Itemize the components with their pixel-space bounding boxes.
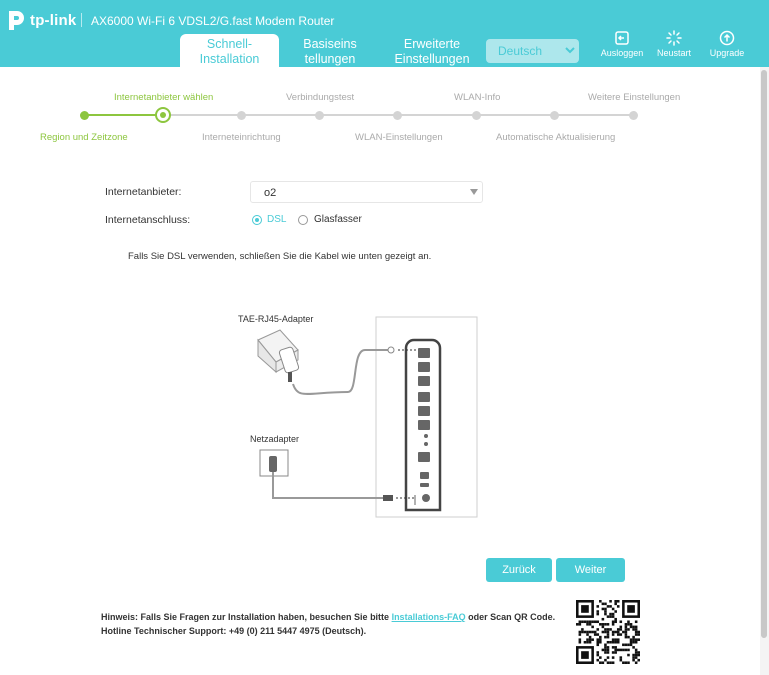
tp-link-logo: tp-link [4,8,76,32]
back-button[interactable]: Zurück [486,558,552,582]
scrollbar-thumb[interactable] [761,70,767,638]
reboot-label: Neustart [656,48,691,58]
support-hotline-text: Hotline Technischer Support: +49 (0) 211… [101,626,367,636]
radio-dsl[interactable] [252,215,262,225]
header-divider [81,13,82,27]
upgrade-button[interactable]: Upgrade [702,30,752,58]
step-dot-auto-update [550,111,559,120]
step-label-connection-test: Verbindungstest [286,92,355,103]
upgrade-icon [719,30,735,46]
step-label-internet-setup: Interneteinrichtung [202,132,281,143]
footer-hint-line: Hinweis: Falls Sie Fragen zur Installati… [101,612,555,622]
dropdown-arrow-icon [470,189,478,195]
tab-quick-setup-line2: Installation [199,52,260,66]
installation-faq-link[interactable]: Installations-FAQ [392,612,466,622]
tab-advanced-settings-line1: Erweiterte [403,37,461,51]
tab-quick-setup-line1: Schnell- [206,37,253,51]
radio-dsl-label[interactable]: DSL [267,214,286,225]
tab-advanced-settings-line2: Einstellungen [394,52,470,66]
step-dot-current [155,107,171,123]
qr-code [576,600,640,664]
tab-basic-settings[interactable]: Basiseins tellungen [288,34,372,67]
tab-basic-settings-line1: Basiseins [303,37,357,51]
step-dot-more-settings [629,111,638,120]
step-label-more-settings: Weitere Einstellungen [588,92,681,103]
provider-label: Internetanbieter: [105,186,182,198]
connection-label: Internetanschluss: [105,214,191,226]
step-dot-internet-setup [237,111,246,120]
tae-adapter-illustration [257,329,300,382]
provider-select-value: o2 [264,187,277,199]
brand-name: tp-link [30,11,77,29]
footer-hint-suffix: oder Scan QR Code. [465,612,556,622]
language-select-value: Deutsch [498,44,543,58]
tab-basic-settings-line2: tellungen [304,52,356,66]
step-label-region: Region und Zeitzone [40,132,128,143]
chevron-down-icon [565,47,575,54]
power-adapter-illustration [259,449,415,501]
logout-label: Ausloggen [600,48,644,58]
upgrade-label: Upgrade [709,48,745,58]
step-label-provider: Internetanbieter wählen [114,92,214,103]
tab-quick-setup[interactable]: Schnell- Installation [180,34,279,67]
radio-fiber[interactable] [298,215,308,225]
tp-link-logo-icon [9,11,24,30]
stepper-progress-line [84,114,163,116]
model-name: AX6000 Wi-Fi 6 VDSL2/G.fast Modem Router [91,14,335,28]
connection-diagram [257,316,478,518]
step-dot-connection-test [315,111,324,120]
step-label-auto-update: Automatische Aktualisierung [496,132,616,143]
tab-advanced-settings[interactable]: Erweiterte Einstellungen [378,34,486,67]
step-label-wlan-settings: WLAN-Einstellungen [355,132,443,143]
step-dot-wlan-settings [393,111,402,120]
reboot-button[interactable]: Neustart [649,30,699,58]
step-dot-wlan-info [472,111,481,120]
logout-button[interactable]: Ausloggen [597,30,647,58]
logout-icon [615,31,629,45]
dsl-hint-text: Falls Sie DSL verwenden, schließen Sie d… [128,251,432,262]
radio-fiber-label[interactable]: Glasfasser [314,214,362,225]
step-dot-region [80,111,89,120]
footer-hint-prefix: Hinweis: Falls Sie Fragen zur Installati… [101,612,392,622]
step-label-wlan-info: WLAN-Info [454,92,501,103]
provider-select[interactable] [250,181,483,203]
next-button[interactable]: Weiter [556,558,625,582]
spinner-icon [666,30,682,46]
